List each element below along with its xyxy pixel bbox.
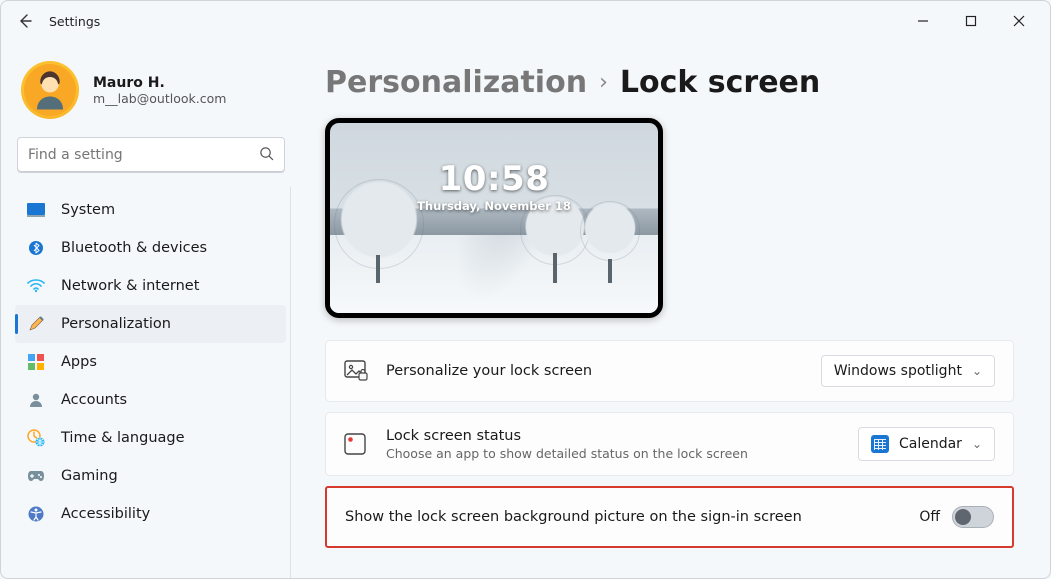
sidebar-item-bluetooth[interactable]: Bluetooth & devices bbox=[15, 229, 286, 267]
picture-lock-icon bbox=[344, 360, 366, 382]
arrow-left-icon bbox=[17, 13, 33, 29]
avatar bbox=[21, 61, 79, 119]
sidebar-item-label: Accounts bbox=[61, 392, 127, 408]
sidebar-item-accessibility[interactable]: Accessibility bbox=[15, 495, 286, 533]
minimize-button[interactable] bbox=[900, 5, 946, 37]
sidebar-item-personalization[interactable]: Personalization bbox=[15, 305, 286, 343]
sidebar-item-label: Accessibility bbox=[61, 506, 150, 522]
search-input[interactable] bbox=[28, 147, 259, 163]
clock-globe-icon bbox=[27, 429, 45, 447]
sidebar-item-apps[interactable]: Apps bbox=[15, 343, 286, 381]
card-subtitle: Choose an app to show detailed status on… bbox=[386, 446, 838, 461]
close-icon bbox=[1013, 15, 1025, 27]
apps-icon bbox=[27, 353, 45, 371]
user-name: Mauro H. bbox=[93, 75, 226, 91]
chevron-down-icon: ⌄ bbox=[972, 437, 982, 451]
chevron-down-icon: ⌄ bbox=[972, 364, 982, 378]
sidebar-item-label: Personalization bbox=[61, 316, 171, 332]
wifi-icon bbox=[27, 277, 45, 295]
display-icon bbox=[27, 201, 45, 219]
page-title: Lock screen bbox=[620, 65, 820, 100]
maximize-icon bbox=[965, 15, 977, 27]
sidebar-item-network[interactable]: Network & internet bbox=[15, 267, 286, 305]
sidebar-item-label: Network & internet bbox=[61, 278, 199, 294]
sidebar-item-label: Time & language bbox=[61, 430, 185, 446]
dropdown-value: Calendar bbox=[899, 436, 962, 452]
sidebar-item-gaming[interactable]: Gaming bbox=[15, 457, 286, 495]
titlebar: Settings bbox=[1, 1, 1050, 41]
card-signin-background: Show the lock screen background picture … bbox=[325, 486, 1014, 548]
sidebar-item-label: Gaming bbox=[61, 468, 118, 484]
toggle-label: Off bbox=[919, 509, 940, 525]
card-title: Show the lock screen background picture … bbox=[345, 509, 899, 525]
maximize-button[interactable] bbox=[948, 5, 994, 37]
preview-date: Thursday, November 18 bbox=[330, 199, 658, 213]
bluetooth-icon bbox=[27, 239, 45, 257]
person-icon bbox=[27, 391, 45, 409]
app-title: Settings bbox=[49, 14, 100, 29]
gamepad-icon bbox=[27, 467, 45, 485]
paintbrush-icon bbox=[27, 315, 45, 333]
card-personalize-lock-screen[interactable]: Personalize your lock screen Windows spo… bbox=[325, 340, 1014, 402]
back-button[interactable] bbox=[9, 5, 41, 37]
user-email: m__lab@outlook.com bbox=[93, 91, 226, 106]
user-block[interactable]: Mauro H. m__lab@outlook.com bbox=[15, 53, 287, 137]
minimize-icon bbox=[917, 15, 929, 27]
calendar-icon bbox=[871, 435, 889, 453]
close-button[interactable] bbox=[996, 5, 1042, 37]
nav: System Bluetooth & devices Network & int… bbox=[15, 187, 291, 578]
personalize-dropdown[interactable]: Windows spotlight ⌄ bbox=[821, 355, 995, 387]
card-title: Lock screen status bbox=[386, 428, 838, 444]
sidebar: Mauro H. m__lab@outlook.com System Bluet… bbox=[1, 41, 301, 578]
sidebar-item-label: Apps bbox=[61, 354, 97, 370]
search-box[interactable] bbox=[17, 137, 285, 173]
status-app-icon bbox=[344, 433, 366, 455]
search-icon bbox=[259, 146, 274, 165]
signin-background-toggle[interactable] bbox=[952, 506, 994, 528]
breadcrumb-parent[interactable]: Personalization bbox=[325, 65, 587, 100]
accessibility-icon bbox=[27, 505, 45, 523]
sidebar-item-time-language[interactable]: Time & language bbox=[15, 419, 286, 457]
card-lock-screen-status[interactable]: Lock screen status Choose an app to show… bbox=[325, 412, 1014, 476]
lock-screen-preview: 10:58 Thursday, November 18 bbox=[325, 118, 663, 318]
card-title: Personalize your lock screen bbox=[386, 363, 801, 379]
status-app-dropdown[interactable]: Calendar ⌄ bbox=[858, 427, 995, 461]
dropdown-value: Windows spotlight bbox=[834, 363, 962, 379]
main-content: Personalization › Lock screen 10:58 Thur… bbox=[301, 41, 1050, 578]
preview-time: 10:58 bbox=[330, 159, 658, 199]
sidebar-item-accounts[interactable]: Accounts bbox=[15, 381, 286, 419]
sidebar-item-label: System bbox=[61, 202, 115, 218]
sidebar-item-system[interactable]: System bbox=[15, 191, 286, 229]
sidebar-item-label: Bluetooth & devices bbox=[61, 240, 207, 256]
chevron-right-icon: › bbox=[599, 70, 608, 95]
breadcrumb: Personalization › Lock screen bbox=[325, 65, 1014, 100]
